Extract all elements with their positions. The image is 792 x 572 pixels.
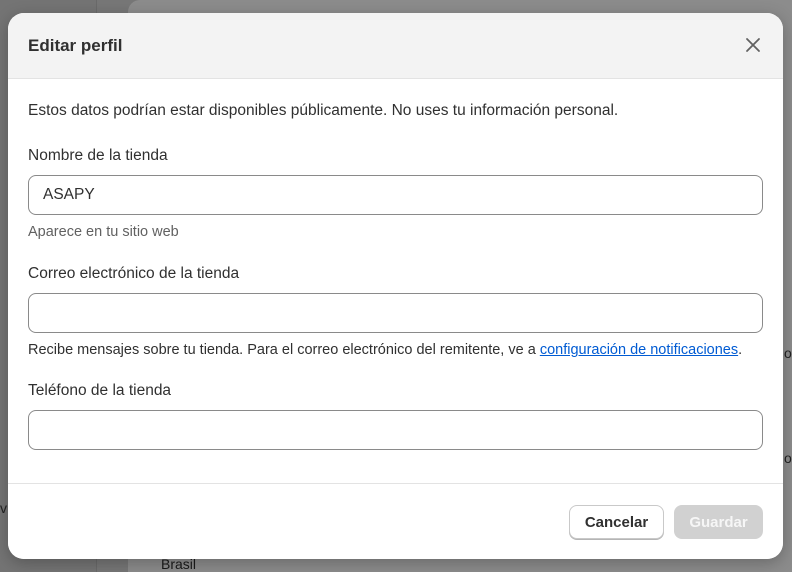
store-email-field: Correo electrónico de la tienda Recibe m… xyxy=(28,264,763,360)
store-email-help-suffix: . xyxy=(738,342,743,358)
cancel-button[interactable]: Cancelar xyxy=(569,505,664,539)
dialog-body: Estos datos podrían estar disponibles pú… xyxy=(8,79,783,450)
background-partial-text: o xyxy=(784,345,792,361)
store-name-label: Nombre de la tienda xyxy=(28,147,168,164)
store-name-field: Nombre de la tienda Aparece en tu sitio … xyxy=(28,146,763,242)
save-button[interactable]: Guardar xyxy=(674,505,763,539)
notification-settings-link[interactable]: configuración de notificaciones xyxy=(540,342,738,358)
background-partial-text: o xyxy=(784,450,792,466)
dialog-header: Editar perfil xyxy=(8,13,783,79)
store-email-label: Correo electrónico de la tienda xyxy=(28,265,240,282)
store-name-input[interactable] xyxy=(28,175,763,215)
background-partial-text: v xyxy=(0,500,7,516)
store-email-help-text: Recibe mensajes sobre tu tienda. Para el… xyxy=(28,342,540,358)
privacy-notice: Estos datos podrían estar disponibles pú… xyxy=(28,102,619,119)
close-button[interactable] xyxy=(741,33,765,57)
store-phone-input[interactable] xyxy=(28,410,763,450)
store-phone-label: Teléfono de la tienda xyxy=(28,382,172,399)
store-email-help: Recibe mensajes sobre tu tienda. Para el… xyxy=(28,340,763,360)
store-name-help: Aparece en tu sitio web xyxy=(28,224,179,240)
close-icon xyxy=(746,38,760,52)
store-phone-field: Teléfono de la tienda xyxy=(28,381,763,450)
dialog-footer: Cancelar Guardar xyxy=(8,483,783,559)
store-email-input[interactable] xyxy=(28,293,763,333)
edit-profile-dialog: Editar perfil Estos datos podrían estar … xyxy=(8,13,783,559)
dialog-title: Editar perfil xyxy=(28,36,123,55)
